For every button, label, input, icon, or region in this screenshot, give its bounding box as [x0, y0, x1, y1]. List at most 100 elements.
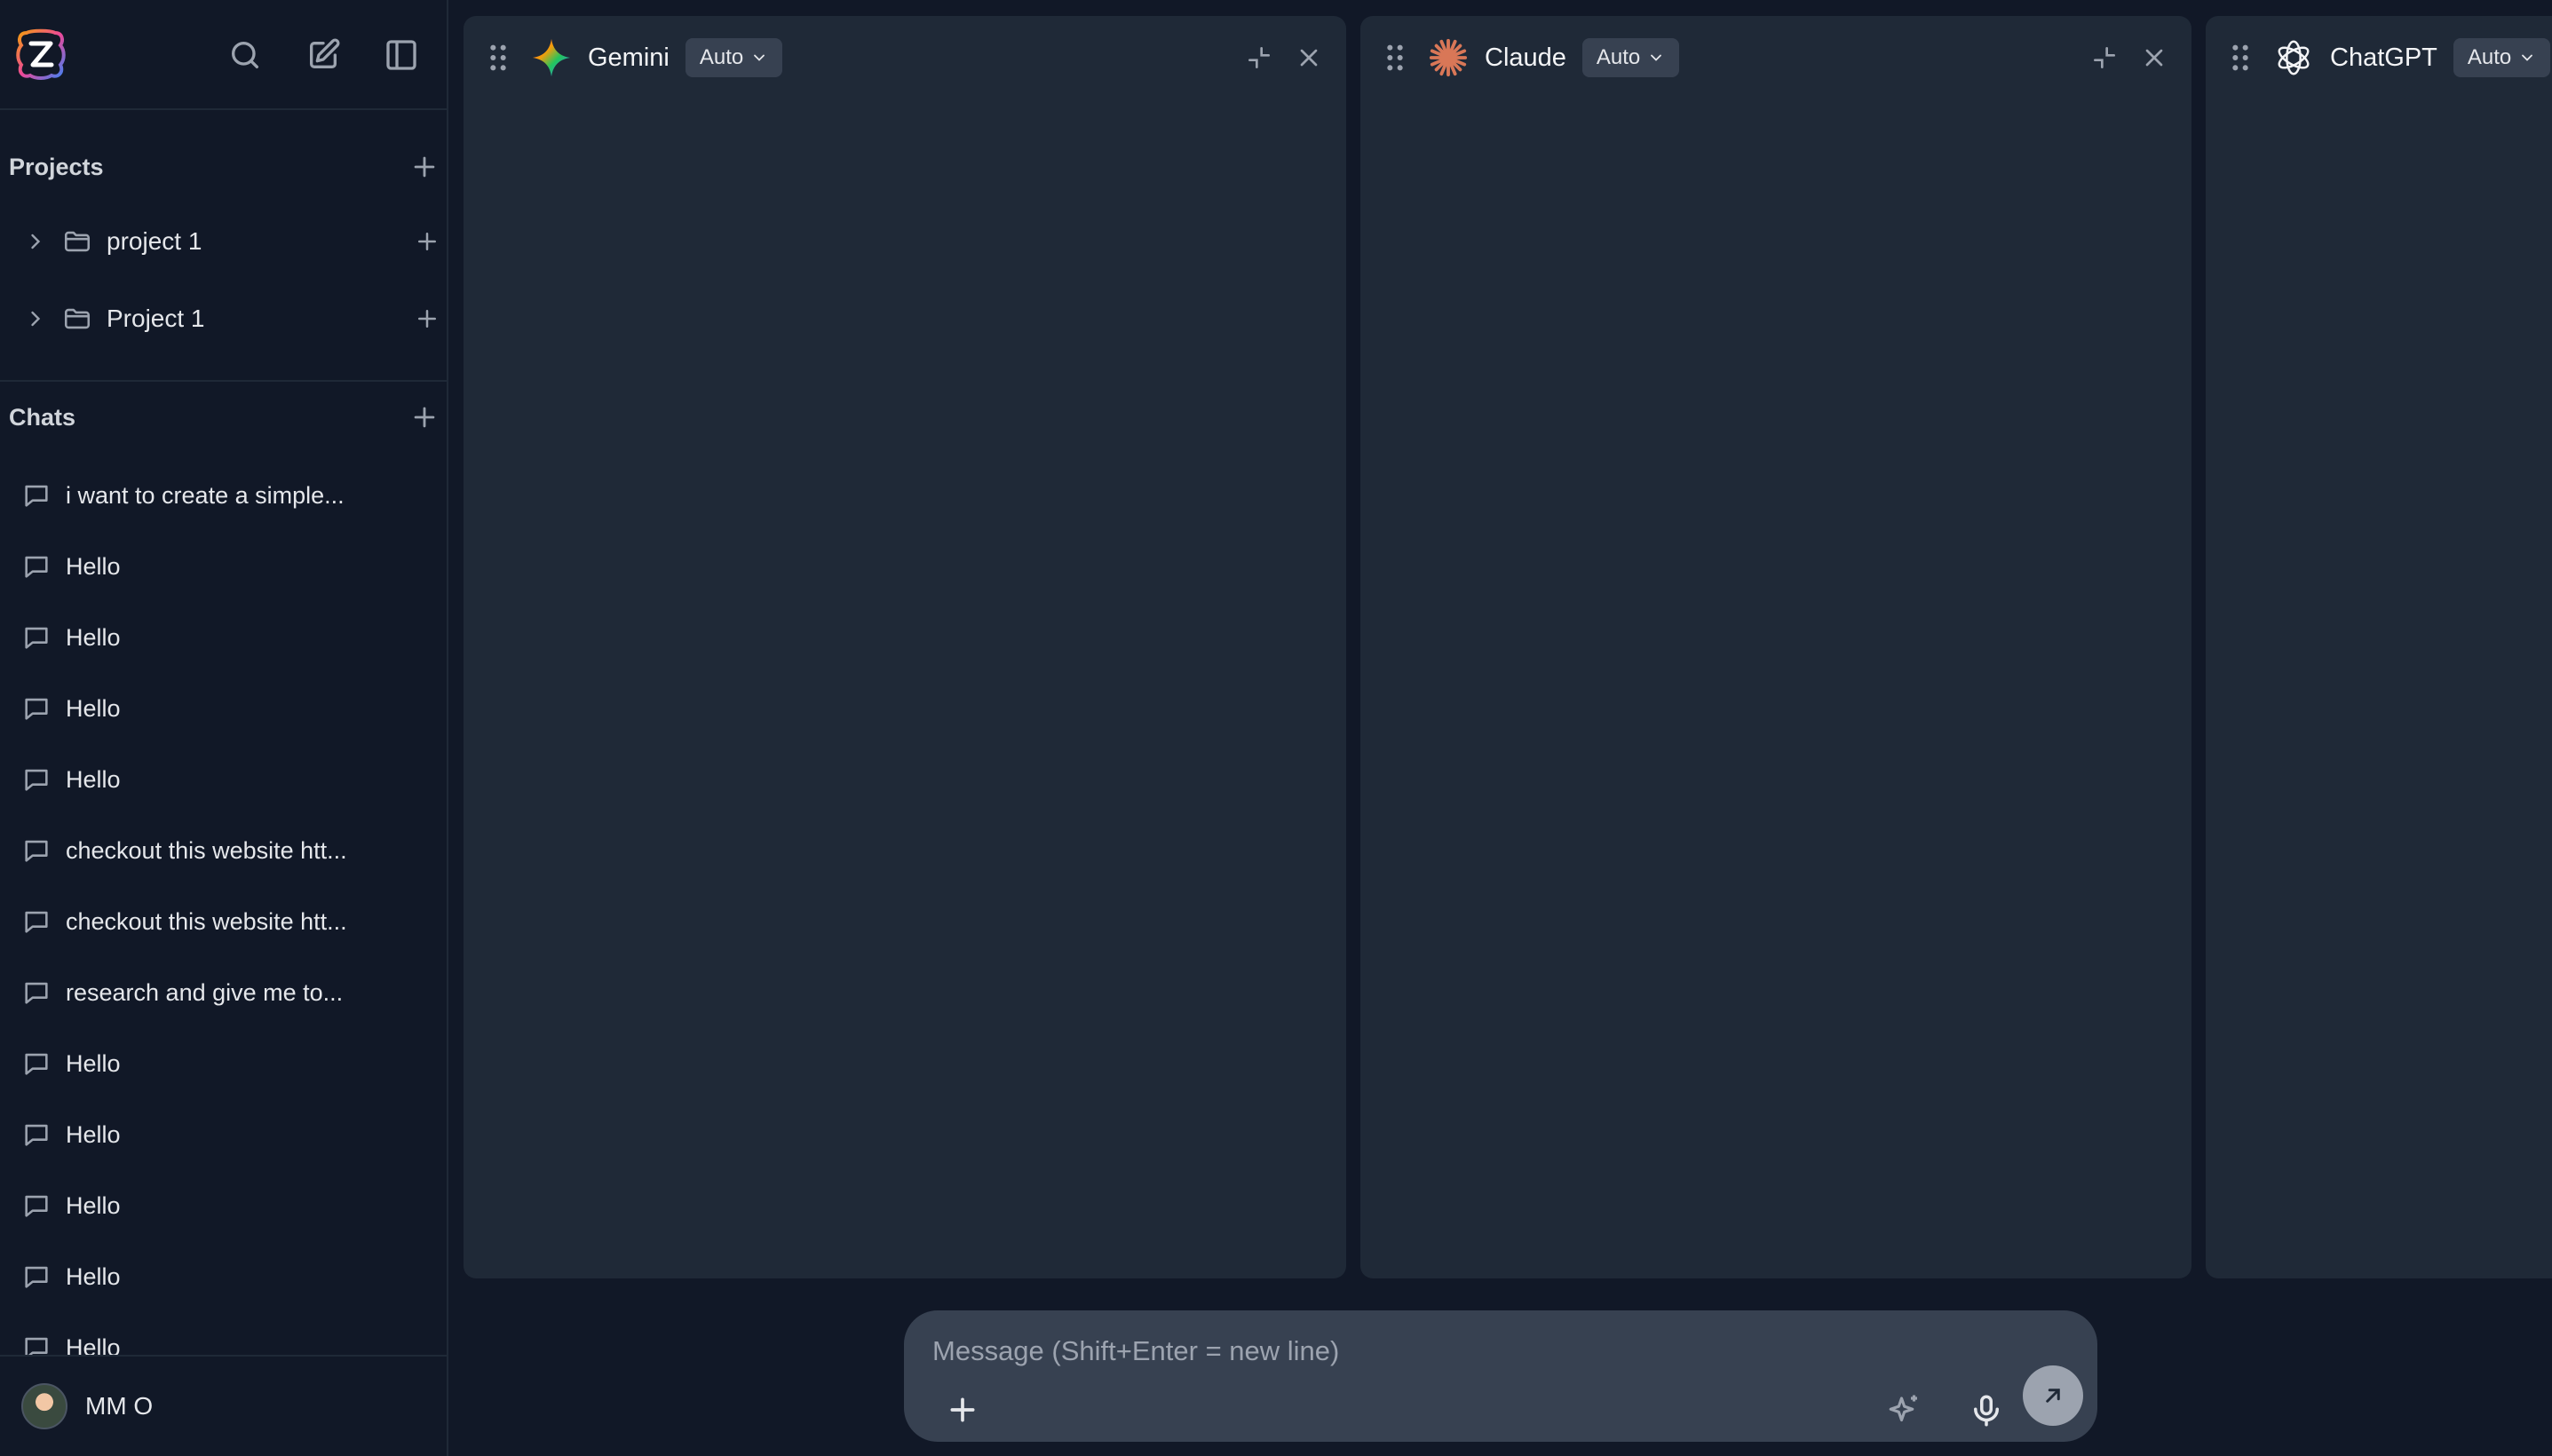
folder-icon [64, 231, 91, 252]
close-icon[interactable] [2140, 44, 2168, 72]
chat-item[interactable]: Hello [0, 1312, 447, 1355]
user-name: MM O [85, 1392, 154, 1420]
chat-item-label: Hello [66, 552, 121, 580]
chats-title: Chats [9, 403, 76, 431]
project-item[interactable]: project 1 [23, 217, 440, 266]
model-mode-dropdown[interactable]: Auto [1581, 38, 1680, 77]
gemini-logo-icon [532, 38, 571, 77]
sidebar: Projects project 1 Project 1 Chats i wan… [0, 0, 448, 1456]
panel-actions [1245, 44, 1323, 72]
chat-item-label: i want to create a simple... [66, 481, 345, 509]
chat-item[interactable]: research and give me to... [0, 957, 447, 1028]
chat-bubble-icon [25, 840, 48, 862]
panel-header: ChatGPT Auto [2206, 16, 2552, 99]
sparkle-icon[interactable] [1886, 1392, 1923, 1429]
chat-item-label: research and give me to... [66, 978, 344, 1006]
model-panel-chatgpt: ChatGPT Auto [2206, 16, 2552, 1278]
chat-item-label: Hello [66, 1333, 121, 1356]
chat-bubble-icon [25, 698, 48, 720]
chat-item-label: checkout this website htt... [66, 907, 347, 935]
drag-handle-icon[interactable] [487, 43, 510, 73]
chat-bubble-icon [25, 1266, 48, 1288]
projects-header: Projects [9, 149, 440, 185]
chat-bubble-icon [25, 485, 48, 507]
chat-item[interactable]: Hello [0, 1099, 447, 1170]
model-mode-label: Auto [2467, 45, 2512, 69]
chat-bubble-icon [25, 627, 48, 649]
send-button[interactable] [2023, 1365, 2083, 1426]
model-name: Gemini [588, 43, 670, 72]
user-profile[interactable]: MM O [0, 1355, 447, 1456]
chat-item[interactable]: Hello [0, 673, 447, 744]
chat-list: i want to create a simple... Hello Hello He… [0, 460, 447, 1355]
chat-item[interactable]: Hello [0, 1170, 447, 1241]
claude-logo-icon [1429, 38, 1468, 77]
chat-item[interactable]: checkout this website htt... [0, 886, 447, 957]
chat-bubble-icon [25, 1053, 48, 1075]
panel-header: Claude Auto [1360, 16, 2191, 99]
panel-actions [2090, 44, 2168, 72]
chat-item-label: Hello [66, 1120, 121, 1148]
model-mode-label: Auto [699, 45, 744, 69]
folder-icon [64, 308, 91, 329]
project-label: project 1 [107, 227, 202, 255]
add-chat-icon[interactable] [409, 402, 440, 432]
chat-item-label: Hello [66, 765, 121, 793]
message-input[interactable] [932, 1325, 1998, 1378]
chevron-down-icon [754, 54, 765, 61]
add-chat-to-project-icon[interactable] [414, 228, 440, 255]
chevron-down-icon [1651, 54, 1662, 61]
avatar[interactable] [21, 1383, 67, 1429]
search-icon[interactable] [227, 37, 263, 73]
model-mode-label: Auto [1596, 45, 1641, 69]
chatgpt-logo-icon [2278, 40, 2310, 75]
close-icon[interactable] [1295, 44, 1323, 72]
model-mode-dropdown[interactable]: Auto [685, 38, 783, 77]
model-mode-dropdown[interactable]: Auto [2453, 38, 2551, 77]
attach-plus-icon[interactable] [945, 1392, 980, 1428]
chat-item[interactable]: Hello [0, 602, 447, 673]
app-logo-icon[interactable] [14, 28, 67, 81]
minimize-icon[interactable] [2090, 44, 2119, 72]
panel-header: Gemini Auto [464, 16, 1346, 99]
chat-item[interactable]: Hello [0, 744, 447, 815]
drag-handle-icon[interactable] [2229, 43, 2252, 73]
add-project-icon[interactable] [409, 152, 440, 182]
model-panel-claude: Claude Auto [1360, 16, 2191, 1278]
toggle-sidebar-icon[interactable] [384, 37, 419, 73]
sidebar-header [0, 0, 447, 110]
chat-item[interactable]: i want to create a simple... [0, 460, 447, 531]
model-name: Claude [1485, 43, 1566, 72]
chat-bubble-icon [25, 911, 48, 933]
new-chat-icon[interactable] [305, 37, 341, 73]
chat-item[interactable]: checkout this website htt... [0, 815, 447, 886]
projects-title: Projects [9, 153, 104, 180]
project-label: Project 1 [107, 305, 205, 332]
chat-item-label: Hello [66, 1049, 121, 1077]
chevron-down-icon [2522, 54, 2533, 61]
chat-bubble-icon [25, 1195, 48, 1217]
chats-header: Chats [9, 400, 440, 435]
chat-item[interactable]: Hello [0, 1241, 447, 1312]
chat-bubble-icon [25, 556, 48, 578]
chat-bubble-icon [25, 1337, 48, 1355]
add-chat-to-project-icon[interactable] [414, 305, 440, 332]
chevron-right-icon[interactable] [23, 306, 48, 331]
chat-bubble-icon [25, 769, 48, 791]
chat-item[interactable]: Hello [0, 1028, 447, 1099]
microphone-icon[interactable] [1968, 1392, 2005, 1429]
drag-handle-icon[interactable] [1383, 43, 1407, 73]
chat-item-label: checkout this website htt... [66, 836, 347, 864]
message-composer [904, 1310, 2097, 1442]
model-name: ChatGPT [2330, 43, 2437, 72]
chevron-right-icon[interactable] [23, 229, 48, 254]
arrow-up-right-icon [2046, 1389, 2060, 1403]
sidebar-divider [0, 380, 447, 382]
chat-item[interactable]: Hello [0, 531, 447, 602]
minimize-icon[interactable] [1245, 44, 1273, 72]
model-panel-gemini: Gemini Auto [464, 16, 1346, 1278]
chat-item-label: Hello [66, 623, 121, 651]
project-item[interactable]: Project 1 [23, 294, 440, 344]
chat-item-label: Hello [66, 694, 121, 722]
chat-bubble-icon [25, 1124, 48, 1146]
